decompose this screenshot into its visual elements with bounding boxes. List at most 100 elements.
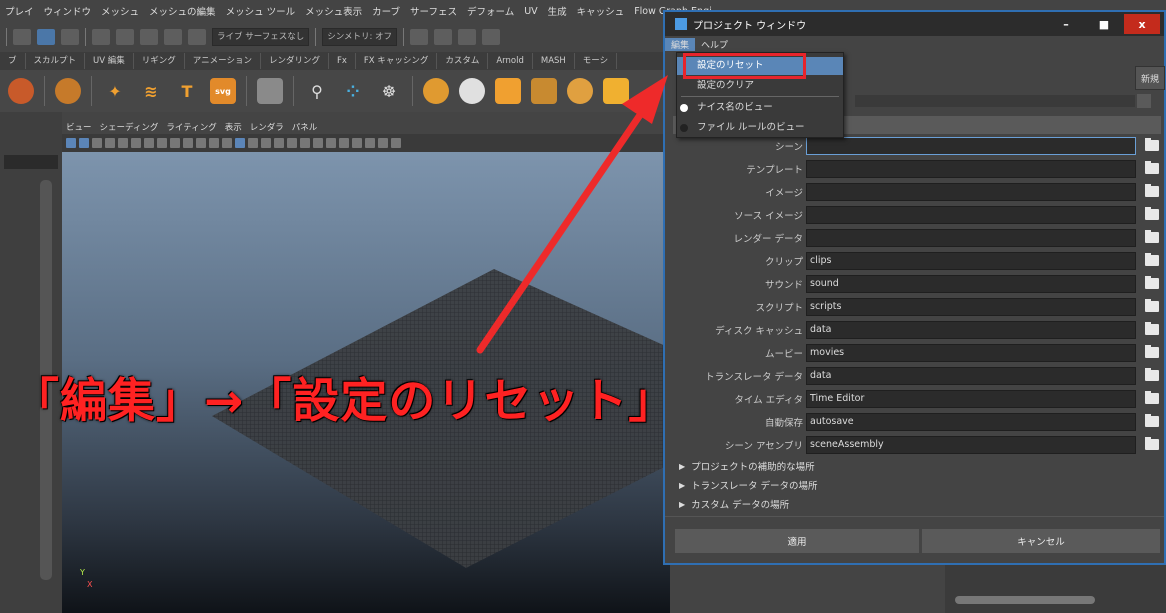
menu-item[interactable]: カーブ <box>367 4 405 18</box>
default-material-icon[interactable] <box>261 138 271 148</box>
image-plane-icon[interactable] <box>105 138 115 148</box>
menu-item[interactable]: メッシュ <box>96 4 144 18</box>
viewport-menu-item[interactable]: パネル <box>288 121 322 133</box>
ambient-occlusion-icon[interactable] <box>313 138 323 148</box>
folder-icon[interactable] <box>1145 253 1159 266</box>
viewport-menu-item[interactable]: レンダラ <box>246 121 288 133</box>
shelf-tab[interactable]: リギング <box>134 53 185 69</box>
folder-icon[interactable] <box>1145 161 1159 174</box>
resolution-gate-icon[interactable] <box>170 138 180 148</box>
menu-item[interactable]: キャッシュ <box>572 4 630 18</box>
location-field[interactable]: autosave <box>806 413 1136 431</box>
shelf-tab[interactable]: モーシ <box>575 53 618 69</box>
shelf-tab[interactable]: UV 編集 <box>85 53 134 69</box>
platonic-icon[interactable] <box>55 78 81 104</box>
location-field[interactable]: sceneAssembly <box>806 436 1136 454</box>
xray-icon[interactable] <box>378 138 388 148</box>
file-rule-view-item[interactable]: ファイル ルールのビュー <box>677 119 843 137</box>
ipr-render-icon[interactable] <box>434 29 453 45</box>
smooth-icon[interactable]: ☸ <box>376 78 402 104</box>
location-field[interactable]: Time Editor <box>806 390 1136 408</box>
shelf-tab[interactable]: Fx <box>329 53 356 69</box>
collapsed-section[interactable]: ▶ カスタム データの場所 <box>673 495 1161 513</box>
location-field[interactable]: clips <box>806 252 1136 270</box>
isolate-select-icon[interactable] <box>365 138 375 148</box>
wireframe-icon[interactable] <box>235 138 245 148</box>
motion-blur-icon[interactable] <box>326 138 336 148</box>
shelf-tab[interactable]: レンダリング <box>261 53 329 69</box>
location-field[interactable]: data <box>806 321 1136 339</box>
right-panel-scrollbar[interactable] <box>955 596 1095 604</box>
folder-icon[interactable] <box>1145 368 1159 381</box>
shelf-tab[interactable]: アニメーション <box>185 53 261 69</box>
clear-settings-item[interactable]: 設定のクリア <box>677 77 843 95</box>
folder-icon[interactable] <box>1145 207 1159 220</box>
lights-icon[interactable] <box>287 138 297 148</box>
bookmark-icon[interactable] <box>92 138 102 148</box>
new-project-button[interactable]: 新規 <box>1135 66 1165 90</box>
field-chart-icon[interactable] <box>196 138 206 148</box>
film-gate-icon[interactable] <box>157 138 167 148</box>
shelf-tab[interactable]: Arnold <box>488 53 533 69</box>
snap-curve-icon[interactable] <box>116 29 134 45</box>
sphere-icon[interactable] <box>8 78 34 104</box>
browse-location-button[interactable] <box>1137 94 1151 108</box>
camera-attr-icon[interactable] <box>79 138 89 148</box>
cancel-button[interactable]: キャンセル <box>922 529 1160 553</box>
folder-icon[interactable] <box>1145 184 1159 197</box>
snap-point-icon[interactable] <box>140 29 158 45</box>
menu-item[interactable]: メッシュ ツール <box>221 4 301 18</box>
menu-item[interactable]: メッシュ表示 <box>300 4 367 18</box>
component-mode-icon[interactable] <box>61 29 79 45</box>
viewport-menu-item[interactable]: シェーディング <box>96 121 163 133</box>
folder-icon[interactable] <box>1145 138 1159 151</box>
close-button[interactable]: x <box>1124 14 1160 34</box>
svg-icon[interactable]: svg <box>210 78 236 104</box>
menu-edit[interactable]: 編集 <box>665 37 696 51</box>
menu-item[interactable]: UV <box>519 6 542 17</box>
grid-icon[interactable] <box>603 78 629 104</box>
hypershade-icon[interactable] <box>482 29 501 45</box>
minimize-button[interactable]: – <box>1048 14 1084 34</box>
location-field[interactable] <box>806 160 1136 178</box>
grease-pencil-icon[interactable] <box>131 138 141 148</box>
safe-action-icon[interactable] <box>209 138 219 148</box>
location-field[interactable]: movies <box>806 344 1136 362</box>
snap-surface-icon[interactable] <box>188 29 206 45</box>
render-icon[interactable] <box>410 29 429 45</box>
menu-item[interactable]: ウィンドウ <box>39 4 97 18</box>
bridge-icon[interactable] <box>423 78 449 104</box>
textured-icon[interactable] <box>274 138 284 148</box>
star-icon[interactable]: ✦ <box>102 78 128 104</box>
snap-grid-icon[interactable] <box>92 29 110 45</box>
symmetry-field[interactable]: シンメトリ: オフ <box>322 28 398 46</box>
menu-item[interactable]: メッシュの編集 <box>144 4 221 18</box>
folder-icon[interactable] <box>1145 437 1159 450</box>
location-field[interactable]: scripts <box>806 298 1136 316</box>
viewport-menu-item[interactable]: ライティング <box>162 121 220 133</box>
anti-alias-icon[interactable] <box>339 138 349 148</box>
folder-icon[interactable] <box>1145 414 1159 427</box>
maximize-button[interactable]: ■ <box>1086 14 1122 34</box>
menu-item[interactable]: 生成 <box>543 4 572 18</box>
shadows-icon[interactable] <box>300 138 310 148</box>
viewport-menu-item[interactable]: 表示 <box>221 121 246 133</box>
folder-icon[interactable] <box>1145 345 1159 358</box>
depth-of-field-icon[interactable] <box>352 138 362 148</box>
folder-icon[interactable] <box>1145 322 1159 335</box>
object-mode-icon[interactable] <box>37 29 55 45</box>
extrude-icon[interactable] <box>495 78 521 104</box>
calendar-icon[interactable] <box>257 78 283 104</box>
location-field[interactable]: data <box>806 367 1136 385</box>
live-surface-field[interactable]: ライブ サーフェスなし <box>212 28 310 46</box>
viewport-menu-item[interactable]: ビュー <box>62 121 96 133</box>
shelf-tab[interactable]: FX キャッシング <box>356 53 438 69</box>
grid-toggle-icon[interactable] <box>144 138 154 148</box>
sculpt-icon[interactable] <box>567 78 593 104</box>
select-mode-icon[interactable] <box>13 29 31 45</box>
smooth-shade-icon[interactable] <box>248 138 258 148</box>
apply-button[interactable]: 適用 <box>675 529 919 553</box>
menu-item[interactable]: サーフェス <box>405 4 462 18</box>
shelf-tab[interactable]: カスタム <box>437 53 489 69</box>
safe-title-icon[interactable] <box>222 138 232 148</box>
